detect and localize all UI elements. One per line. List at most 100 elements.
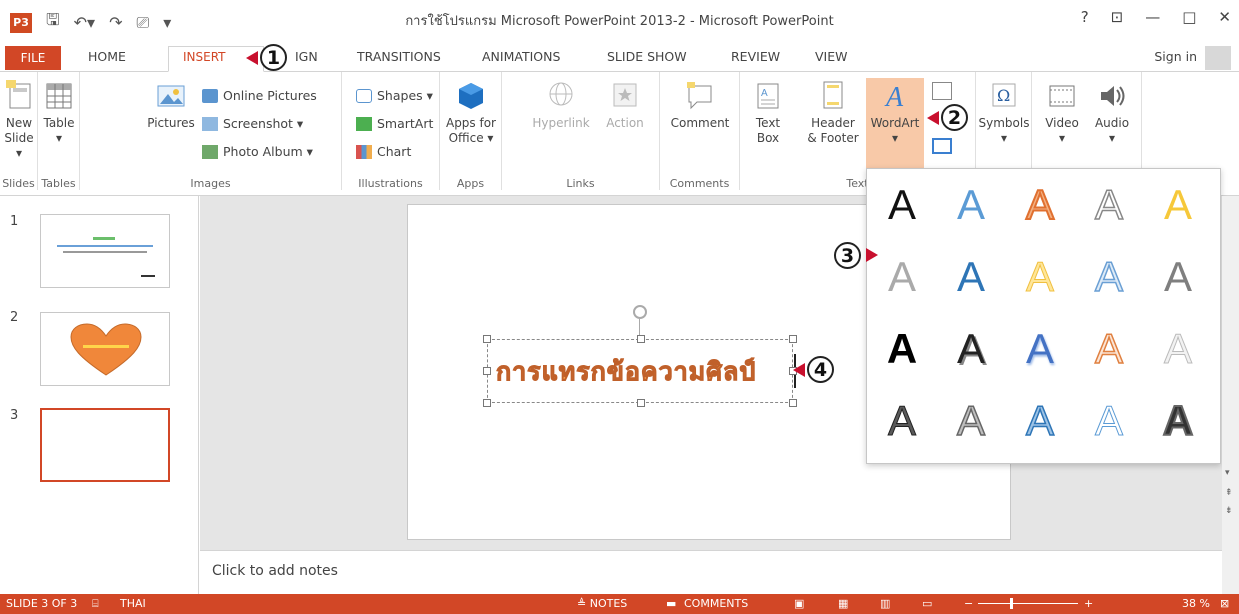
video-label: Video bbox=[1045, 116, 1079, 130]
slide-thumbnail-panel[interactable]: 1 2 3 bbox=[0, 196, 199, 594]
comment-button[interactable]: Comment bbox=[660, 80, 740, 131]
resize-handle[interactable] bbox=[789, 399, 797, 407]
table-dropdown: ▾ bbox=[55, 131, 63, 145]
resize-handle[interactable] bbox=[789, 335, 797, 343]
header-footer-button[interactable]: Header & Footer bbox=[802, 80, 864, 146]
tab-design[interactable]: IGN bbox=[295, 49, 318, 64]
resize-handle[interactable] bbox=[483, 335, 491, 343]
wordart-style[interactable]: A bbox=[1010, 325, 1070, 373]
callout-2: 2 bbox=[941, 104, 968, 131]
zoom-slider-thumb[interactable] bbox=[1010, 598, 1013, 609]
reading-view-icon[interactable]: ▥ bbox=[880, 597, 890, 610]
comments-button[interactable]: COMMENTS bbox=[684, 597, 748, 610]
resize-handle[interactable] bbox=[637, 335, 645, 343]
slide-thumbnail-2[interactable] bbox=[40, 312, 170, 386]
group-slides: New Slide ▾ Slides bbox=[0, 72, 38, 190]
tab-view[interactable]: VIEW bbox=[815, 49, 848, 64]
wordart-style[interactable]: A bbox=[872, 253, 932, 301]
next-slide-icon[interactable]: ⇟ bbox=[1225, 506, 1233, 516]
text-box-button[interactable]: A Text Box bbox=[746, 80, 790, 146]
wordart-style[interactable]: A bbox=[1010, 253, 1070, 301]
wordart-style[interactable]: A bbox=[1079, 324, 1139, 373]
wordart-text[interactable]: การแทรกข้อความศิลป์ bbox=[495, 352, 756, 392]
wordart-style[interactable]: A bbox=[872, 397, 932, 445]
audio-button[interactable]: Audio ▾ bbox=[1088, 80, 1136, 146]
photo-album-button[interactable]: Photo Album ▾ bbox=[202, 144, 313, 159]
avatar[interactable] bbox=[1205, 46, 1231, 70]
object-icon[interactable] bbox=[932, 138, 952, 154]
previous-slide-icon[interactable]: ⇞ bbox=[1225, 488, 1233, 498]
comments-icon[interactable]: ▬ bbox=[666, 597, 676, 610]
sign-in-link[interactable]: Sign in bbox=[1154, 49, 1197, 64]
wordart-style[interactable]: A bbox=[1148, 396, 1208, 445]
wordart-style[interactable]: A bbox=[872, 181, 932, 229]
scroll-down-icon[interactable]: ▾ bbox=[1225, 468, 1230, 478]
table-button[interactable]: Table ▾ bbox=[38, 80, 80, 146]
notes-pane[interactable]: Click to add notes bbox=[200, 550, 1222, 594]
ribbon-display-options-icon[interactable]: ⊡ bbox=[1111, 8, 1124, 26]
fit-slide-icon[interactable]: ⊠ bbox=[1220, 597, 1229, 610]
tab-review[interactable]: REVIEW bbox=[731, 49, 780, 64]
wordart-style[interactable]: A bbox=[941, 181, 1001, 229]
wordart-style[interactable]: A bbox=[1148, 325, 1208, 373]
zoom-in-icon[interactable]: + bbox=[1084, 597, 1093, 610]
slide-thumbnail-1[interactable] bbox=[40, 214, 170, 288]
maximize-button[interactable]: □ bbox=[1182, 8, 1196, 26]
slideshow-view-icon[interactable]: ▭ bbox=[922, 597, 932, 610]
date-time-icon[interactable] bbox=[932, 82, 952, 100]
video-icon bbox=[1049, 85, 1075, 107]
wordart-style[interactable]: A bbox=[941, 396, 1001, 445]
wordart-textbox[interactable]: การแทรกข้อความศิลป์ bbox=[483, 335, 797, 407]
thumb-line bbox=[57, 245, 153, 247]
apps-for-office-button[interactable]: Apps for Office ▾ bbox=[440, 80, 502, 146]
spell-check-icon[interactable]: ⌸ bbox=[92, 597, 99, 611]
wordart-style[interactable]: A bbox=[941, 253, 1001, 301]
window-title: การใช้โปรแกรม Microsoft PowerPoint 2013-… bbox=[405, 14, 834, 29]
notes-button[interactable]: ≜ NOTES bbox=[577, 597, 627, 610]
wordart-style[interactable]: A bbox=[1148, 181, 1208, 229]
wordart-style[interactable]: A bbox=[941, 325, 1001, 373]
tab-animations[interactable]: ANIMATIONS bbox=[482, 49, 560, 64]
help-button[interactable]: ? bbox=[1081, 8, 1089, 26]
wordart-style[interactable]: A bbox=[1079, 180, 1139, 229]
normal-view-icon[interactable]: ▣ bbox=[794, 597, 804, 610]
resize-handle[interactable] bbox=[483, 399, 491, 407]
zoom-level[interactable]: 38 % bbox=[1182, 597, 1210, 610]
online-pictures-button[interactable]: Online Pictures bbox=[202, 88, 317, 103]
tab-transitions[interactable]: TRANSITIONS bbox=[357, 49, 441, 64]
shapes-button[interactable]: Shapes ▾ bbox=[356, 88, 433, 103]
slide-thumbnail-3[interactable] bbox=[40, 408, 170, 482]
symbols-button[interactable]: Ω Symbols ▾ bbox=[976, 80, 1032, 146]
status-bar: SLIDE 3 OF 3 ⌸ THAI ≜ NOTES ▬ COMMENTS ▣… bbox=[0, 594, 1239, 614]
chart-button[interactable]: Chart bbox=[356, 144, 411, 159]
tab-slide-show[interactable]: SLIDE SHOW bbox=[607, 49, 687, 64]
zoom-out-icon[interactable]: − bbox=[964, 597, 973, 610]
close-button[interactable]: ✕ bbox=[1218, 8, 1231, 26]
tab-home[interactable]: HOME bbox=[88, 49, 126, 64]
wordart-style[interactable]: A bbox=[1010, 180, 1070, 229]
notes-placeholder[interactable]: Click to add notes bbox=[212, 563, 338, 579]
screenshot-button[interactable]: Screenshot ▾ bbox=[202, 116, 303, 131]
wordart-style[interactable]: A bbox=[1079, 397, 1139, 445]
wordart-style[interactable]: A bbox=[872, 325, 932, 373]
wordart-button[interactable]: A WordArt ▾ bbox=[866, 78, 924, 172]
new-slide-button[interactable]: New Slide ▾ bbox=[0, 80, 38, 161]
wordart-style[interactable]: A bbox=[1079, 252, 1139, 301]
pictures-button[interactable]: Pictures bbox=[146, 80, 196, 131]
video-button[interactable]: Video ▾ bbox=[1038, 80, 1086, 146]
vertical-scrollbar[interactable]: ▾ ⇞ ⇟ bbox=[1222, 196, 1239, 594]
callout-arrow bbox=[793, 363, 805, 377]
language-indicator[interactable]: THAI bbox=[120, 597, 146, 610]
minimize-button[interactable]: — bbox=[1145, 8, 1160, 26]
slide-sorter-icon[interactable]: ▦ bbox=[838, 597, 848, 610]
hyperlink-button[interactable]: Hyperlink bbox=[528, 80, 594, 131]
rotate-handle-icon[interactable] bbox=[633, 305, 647, 319]
resize-handle[interactable] bbox=[483, 367, 491, 375]
smartart-button[interactable]: SmartArt bbox=[356, 116, 433, 131]
zoom-slider[interactable] bbox=[978, 603, 1078, 604]
tab-file[interactable]: FILE bbox=[5, 46, 61, 70]
wordart-style[interactable]: A bbox=[1148, 253, 1208, 301]
action-button[interactable]: Action bbox=[598, 80, 652, 131]
resize-handle[interactable] bbox=[637, 399, 645, 407]
wordart-style[interactable]: A bbox=[1010, 396, 1070, 445]
